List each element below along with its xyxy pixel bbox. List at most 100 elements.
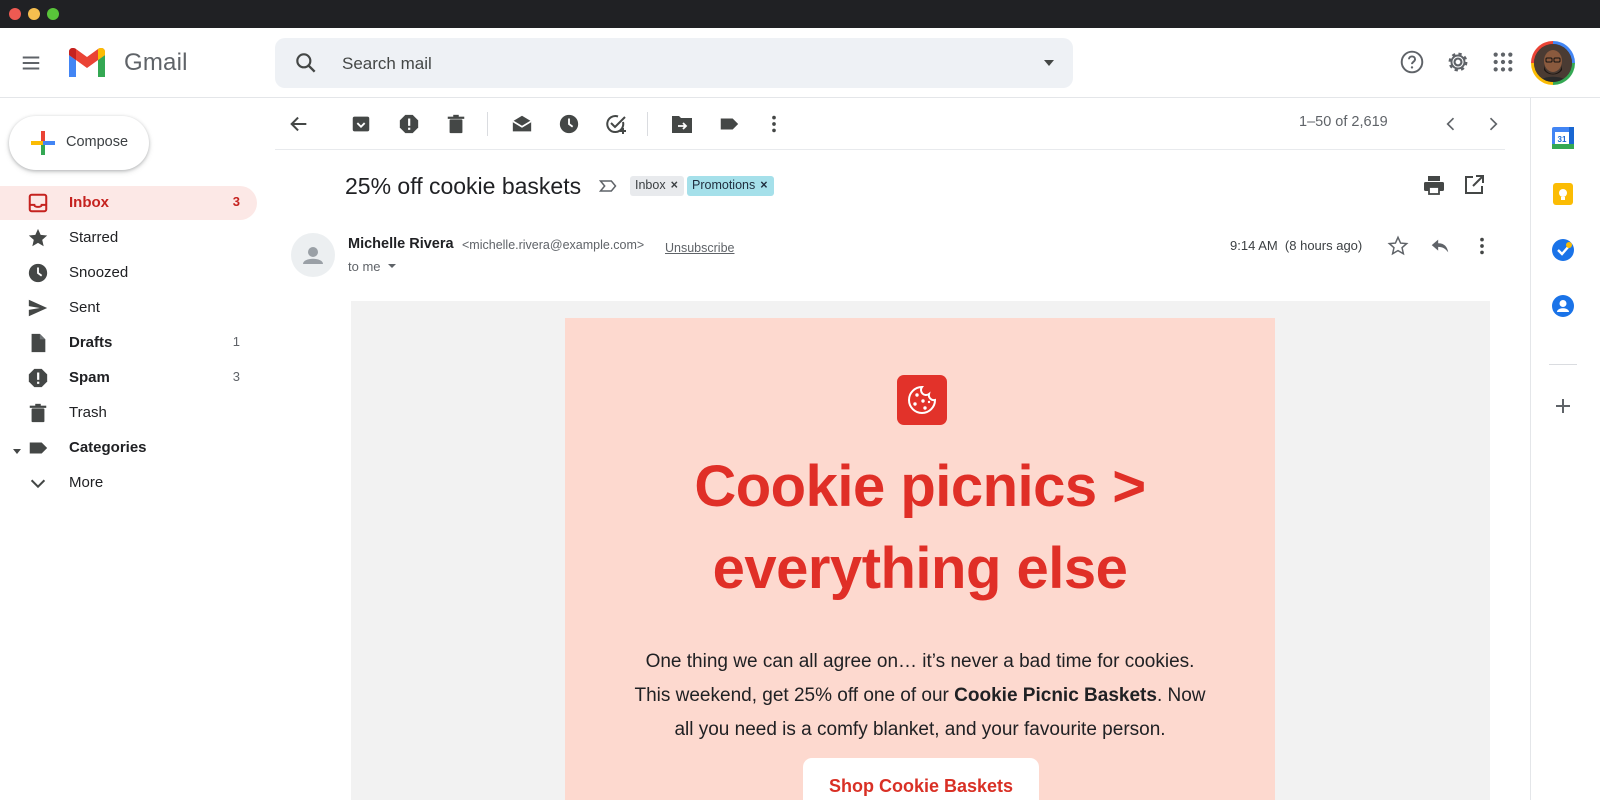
sidebar-item-more[interactable]: More xyxy=(0,466,257,500)
caret-down-icon[interactable] xyxy=(12,443,22,454)
minimize-window-button[interactable] xyxy=(28,8,40,20)
top-header: Gmail Search mail xyxy=(0,28,1600,98)
body-text-bold: Cookie Picnic Baskets xyxy=(954,685,1157,706)
back-arrow-icon[interactable] xyxy=(285,110,313,138)
delete-icon[interactable] xyxy=(442,110,470,138)
body-line-2: This weekend, get 25% off one of our Coo… xyxy=(600,679,1240,713)
label-icon[interactable] xyxy=(715,110,743,138)
snooze-icon xyxy=(27,262,49,284)
compose-button[interactable]: Compose xyxy=(9,116,149,170)
gear-icon[interactable] xyxy=(1440,44,1476,80)
maximize-window-button[interactable] xyxy=(47,8,59,20)
unsubscribe-link[interactable]: Unsubscribe xyxy=(665,241,734,255)
gmail-logo[interactable] xyxy=(66,46,108,80)
open-in-new-icon[interactable] xyxy=(1462,173,1486,197)
report-spam-icon xyxy=(27,367,49,389)
more-vert-icon[interactable] xyxy=(760,110,788,138)
window-titlebar xyxy=(0,0,1600,28)
label-chip-text: Inbox xyxy=(635,178,666,192)
add-task-icon[interactable] xyxy=(602,110,630,138)
spam-count: 3 xyxy=(232,369,240,384)
message-subject: 25% off cookie baskets xyxy=(345,173,582,199)
tasks-icon[interactable] xyxy=(1551,238,1575,262)
sidebar-item-snoozed[interactable]: Snoozed xyxy=(0,256,257,290)
recipient-text: to me xyxy=(348,259,381,274)
draft-count: 1 xyxy=(232,334,240,349)
sidebar-item-label: Inbox xyxy=(69,194,109,211)
label-chip-promotions[interactable]: Promotions × xyxy=(687,176,774,196)
help-icon[interactable] xyxy=(1394,44,1430,80)
toolbar-divider xyxy=(487,112,488,136)
trash-icon xyxy=(27,402,49,424)
search-options-icon[interactable] xyxy=(1041,55,1057,71)
sidebar-item-label: Trash xyxy=(69,404,107,421)
promo-headline: Cookie picnics > everything else xyxy=(565,446,1275,610)
sidebar-item-categories[interactable]: Categories xyxy=(0,431,257,465)
apps-icon[interactable] xyxy=(1485,44,1521,80)
menu-icon[interactable] xyxy=(10,42,52,84)
chevron-left-icon[interactable] xyxy=(1437,110,1465,138)
star-icon[interactable] xyxy=(1385,233,1411,259)
sidebar-item-starred[interactable]: Starred xyxy=(0,221,257,255)
plus-icon[interactable] xyxy=(1551,394,1575,418)
account-avatar[interactable] xyxy=(1531,41,1575,85)
body-line-1: One thing we can all agree on… it’s neve… xyxy=(645,651,1195,672)
more-vert-icon[interactable] xyxy=(1469,233,1495,259)
sidebar-item-trash[interactable]: Trash xyxy=(0,396,257,430)
send-icon xyxy=(27,297,49,319)
shop-cookie-baskets-button[interactable]: Shop Cookie Baskets xyxy=(803,758,1039,800)
search-icon[interactable] xyxy=(293,50,319,76)
close-window-button[interactable] xyxy=(9,8,21,20)
snooze-icon[interactable] xyxy=(555,110,583,138)
sidebar-item-label: Sent xyxy=(69,299,100,316)
recipient-details-toggle[interactable]: to me xyxy=(348,259,397,274)
app-name: Gmail xyxy=(124,49,188,76)
body-line-3: all you need is a comfy blanket, and you… xyxy=(674,719,1166,740)
report-spam-icon[interactable] xyxy=(395,110,423,138)
label-icon xyxy=(27,437,49,459)
calendar-icon[interactable]: 31 xyxy=(1551,126,1575,150)
search-input[interactable]: Search mail xyxy=(342,54,432,74)
sidebar-item-label: Categories xyxy=(69,439,147,456)
message-toolbar: 1–50 of 2,619 xyxy=(275,98,1505,150)
pagination-text: 1–50 of 2,619 xyxy=(1299,114,1388,130)
sidebar-item-label: More xyxy=(69,474,104,491)
caret-down-icon xyxy=(388,264,397,268)
unread-count: 3 xyxy=(232,194,240,209)
archive-icon[interactable] xyxy=(347,110,375,138)
cookie-icon xyxy=(897,375,947,425)
search-bar[interactable]: Search mail xyxy=(275,38,1073,88)
sender-avatar xyxy=(291,233,335,277)
headline-line-2: everything else xyxy=(712,536,1128,601)
headline-line-1: Cookie picnics > xyxy=(694,454,1146,519)
remove-label-icon[interactable]: × xyxy=(760,178,767,192)
promo-body-text: One thing we can all agree on… it’s neve… xyxy=(600,645,1240,747)
body-text-segment: . Now xyxy=(1156,685,1206,706)
importance-marker-icon[interactable] xyxy=(598,176,618,196)
inbox-icon xyxy=(27,192,49,214)
reply-icon[interactable] xyxy=(1427,233,1453,259)
app-window: Gmail Search mail Compose Inbox 3 Starre… xyxy=(0,0,1600,800)
toolbar-divider xyxy=(647,112,648,136)
side-panel: 31 xyxy=(1530,98,1600,800)
label-chip-inbox[interactable]: Inbox × xyxy=(630,176,684,196)
print-icon[interactable] xyxy=(1422,173,1446,197)
chevron-right-icon[interactable] xyxy=(1479,110,1507,138)
keep-icon[interactable] xyxy=(1551,182,1575,206)
sidebar-item-label: Starred xyxy=(69,229,119,246)
move-to-icon[interactable] xyxy=(668,110,696,138)
remove-label-icon[interactable]: × xyxy=(671,178,678,192)
sender-name: Michelle Rivera xyxy=(348,236,454,252)
mark-unread-icon[interactable] xyxy=(508,110,536,138)
side-panel-divider xyxy=(1549,364,1577,365)
message-timestamp: 9:14 AM (8 hours ago) xyxy=(1230,238,1363,253)
contacts-icon[interactable] xyxy=(1551,294,1575,318)
sidebar-item-inbox[interactable]: Inbox 3 xyxy=(0,186,257,220)
label-chip-text: Promotions xyxy=(692,178,756,192)
sidebar-item-label: Snoozed xyxy=(69,264,129,281)
sidebar-item-label: Spam xyxy=(69,369,110,386)
sidebar-item-label: Drafts xyxy=(69,334,113,351)
sidebar-item-sent[interactable]: Sent xyxy=(0,291,257,325)
sidebar-item-drafts[interactable]: Drafts 1 xyxy=(0,326,257,360)
sidebar-item-spam[interactable]: Spam 3 xyxy=(0,361,257,395)
